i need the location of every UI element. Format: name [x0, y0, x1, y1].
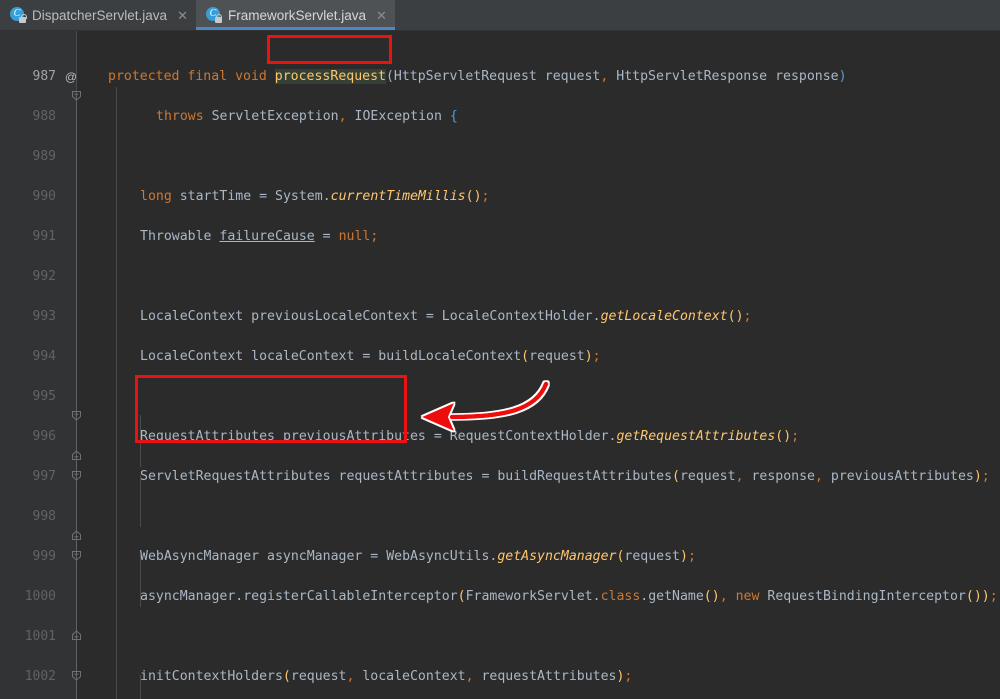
line-number: 994	[32, 349, 56, 364]
line-number: 987	[32, 69, 56, 84]
close-icon[interactable]: ✕	[376, 9, 387, 22]
code-editor[interactable]: 987 @ protected final void processReques…	[0, 31, 1000, 699]
tab-label: DispatcherServlet.java	[32, 7, 168, 23]
line-number: 996	[32, 429, 56, 444]
code-line[interactable]: 995	[0, 387, 1000, 407]
line-number: 991	[32, 229, 56, 244]
line-number: 999	[32, 549, 56, 564]
code-line[interactable]: 1002 initContextHolders(request, localeC…	[0, 667, 1000, 687]
code-line[interactable]: 997 ServletRequestAttributes requestAttr…	[0, 467, 1000, 487]
tab-framework-servlet[interactable]: C FrameworkServlet.java ✕	[195, 0, 395, 30]
code-text: WebAsyncManager asyncManager = WebAsyncU…	[140, 549, 696, 564]
line-number: 992	[32, 269, 56, 284]
gutter-annotation-marker[interactable]: @	[56, 67, 86, 87]
line-number: 993	[32, 309, 56, 324]
red-highlight-box-process-request	[267, 35, 392, 64]
line-number: 1002	[24, 669, 56, 684]
editor-tab-bar: C DispatcherServlet.java ✕ C FrameworkSe…	[0, 0, 1000, 31]
line-number: 997	[32, 469, 56, 484]
code-line[interactable]: 990 long startTime = System.currentTimeM…	[0, 187, 1000, 207]
code-text: ServletRequestAttributes requestAttribut…	[140, 469, 990, 484]
fold-close-icon[interactable]	[70, 449, 83, 462]
code-line[interactable]: 991 Throwable failureCause = null;	[0, 227, 1000, 247]
line-number: 988	[32, 109, 56, 124]
fold-close-icon[interactable]	[70, 529, 83, 542]
code-line[interactable]: 987 @ protected final void processReques…	[0, 67, 1000, 87]
code-text: initContextHolders(request, localeContex…	[140, 669, 633, 684]
line-number: 995	[32, 389, 56, 404]
code-line[interactable]: 994 LocaleContext localeContext = buildL…	[0, 347, 1000, 367]
code-text: long startTime = System.currentTimeMilli…	[140, 189, 490, 204]
code-text: RequestAttributes previousAttributes = R…	[140, 429, 800, 444]
java-class-icon: C	[205, 7, 223, 23]
code-line[interactable]: 988 throws ServletException, IOException…	[0, 107, 1000, 127]
tab-dispatcher-servlet[interactable]: C DispatcherServlet.java ✕	[0, 0, 196, 30]
tab-label: FrameworkServlet.java	[227, 7, 367, 23]
code-line[interactable]: 993 LocaleContext previousLocaleContext …	[0, 307, 1000, 327]
java-class-icon: C	[10, 7, 27, 23]
code-text: protected final void processRequest(Http…	[108, 69, 847, 84]
line-number: 998	[32, 509, 56, 524]
fold-open-icon[interactable]	[70, 89, 83, 102]
code-text: asyncManager.registerCallableInterceptor…	[140, 589, 998, 604]
fold-open-icon[interactable]	[70, 409, 83, 422]
code-line[interactable]: 999 WebAsyncManager asyncManager = WebAs…	[0, 547, 1000, 567]
code-line[interactable]: 992	[0, 267, 1000, 287]
line-number: 989	[32, 149, 56, 164]
code-text: LocaleContext previousLocaleContext = Lo…	[140, 309, 752, 324]
code-line[interactable]: 996 RequestAttributes previousAttributes…	[0, 427, 1000, 447]
close-icon[interactable]: ✕	[177, 9, 188, 22]
line-number: 990	[32, 189, 56, 204]
code-text: Throwable failureCause = null;	[140, 229, 379, 244]
line-number: 1001	[24, 629, 56, 644]
code-line[interactable]: 1001	[0, 627, 1000, 647]
code-line[interactable]: 998	[0, 507, 1000, 527]
code-line[interactable]: 1000 asyncManager.registerCallableInterc…	[0, 587, 1000, 607]
code-text: LocaleContext localeContext = buildLocal…	[140, 349, 601, 364]
code-text: throws ServletException, IOException {	[156, 109, 458, 124]
line-number: 1000	[24, 589, 56, 604]
code-line[interactable]: 989	[0, 147, 1000, 167]
